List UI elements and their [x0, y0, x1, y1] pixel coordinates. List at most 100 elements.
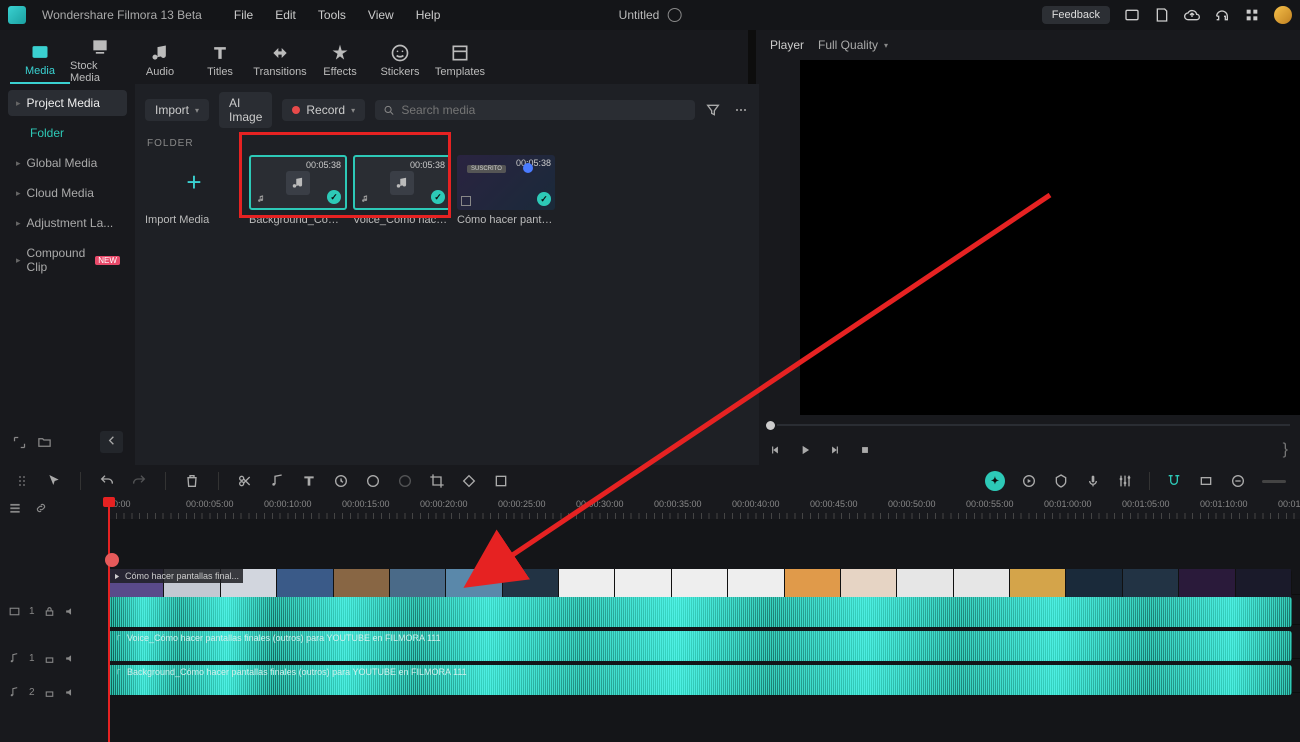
track-manager-icon[interactable] — [8, 501, 22, 515]
play-icon[interactable] — [798, 443, 812, 457]
delete-icon[interactable] — [184, 473, 200, 489]
tab-media[interactable]: Media — [10, 36, 70, 84]
mixer-icon[interactable] — [1117, 473, 1133, 489]
player-scrubber[interactable] — [756, 415, 1300, 435]
mute-icon[interactable] — [64, 605, 77, 618]
menu-tools[interactable]: Tools — [318, 8, 346, 22]
audio-track-2-header[interactable]: 2 — [0, 675, 108, 709]
search-field[interactable] — [401, 103, 687, 117]
mute-icon[interactable] — [64, 652, 77, 665]
keyframe-icon[interactable] — [461, 473, 477, 489]
undo-icon[interactable] — [99, 473, 115, 489]
video-track-icon — [8, 605, 21, 618]
video-clip[interactable]: Cómo hacer pantallas final... — [108, 569, 1292, 597]
menu-help[interactable]: Help — [416, 8, 441, 22]
mute-icon[interactable] — [64, 686, 77, 699]
sidebar-item-project-media[interactable]: ▸Project Media — [8, 90, 127, 116]
step-back-icon[interactable] — [768, 443, 782, 457]
pointer-icon[interactable] — [46, 473, 62, 489]
split-icon[interactable] — [237, 473, 253, 489]
tab-audio[interactable]: Audio — [130, 36, 190, 84]
speed-icon[interactable] — [333, 473, 349, 489]
audio-edit-icon[interactable] — [269, 473, 285, 489]
collapse-sidebar-button[interactable] — [100, 431, 123, 453]
color-icon[interactable] — [397, 473, 413, 489]
reorder-icon[interactable] — [14, 473, 30, 489]
sidebar-sub-folder[interactable]: Folder — [8, 120, 127, 146]
menu-file[interactable]: File — [234, 8, 253, 22]
fit-icon[interactable] — [1198, 473, 1214, 489]
save-icon[interactable] — [1154, 7, 1170, 23]
lock-icon[interactable] — [43, 652, 56, 665]
tab-effects[interactable]: Effects — [310, 36, 370, 84]
render-icon[interactable] — [1021, 473, 1037, 489]
stop-icon[interactable] — [858, 443, 872, 457]
player-panel: Player Full Quality▾ } — [756, 30, 1300, 465]
audio-track-1-header[interactable]: 1 — [0, 641, 108, 675]
playhead-handle[interactable] — [105, 553, 119, 567]
cloud-upload-icon[interactable] — [1184, 7, 1200, 23]
mark-out-icon[interactable]: } — [1283, 441, 1288, 459]
tab-titles[interactable]: Titles — [190, 36, 250, 84]
tab-stock-media[interactable]: Stock Media — [70, 36, 130, 84]
ai-button[interactable]: ✦ — [985, 471, 1005, 491]
tab-stickers[interactable]: Stickers — [370, 36, 430, 84]
tab-transitions[interactable]: Transitions — [250, 36, 310, 84]
ai-image-button[interactable]: AI Image — [219, 92, 272, 128]
import-media-card[interactable]: + Import Media — [145, 155, 243, 226]
zoom-out-icon[interactable] — [1230, 473, 1246, 489]
redo-icon[interactable] — [131, 473, 147, 489]
audio-track-1[interactable]: Voice_Cómo hacer pantallas finales (outr… — [108, 629, 1300, 659]
apps-icon[interactable] — [1244, 7, 1260, 23]
media-card-voice-audio[interactable]: 00:05:38 Voice_Cómo hacer pa... — [353, 155, 451, 226]
video-audio-clip[interactable] — [108, 597, 1292, 627]
lock-icon[interactable] — [43, 686, 56, 699]
marker-icon[interactable] — [1053, 473, 1069, 489]
tab-templates[interactable]: Templates — [430, 36, 490, 84]
audio-clip-voice[interactable]: Voice_Cómo hacer pantallas finales (outr… — [108, 631, 1292, 661]
feedback-button[interactable]: Feedback — [1042, 6, 1110, 24]
layout-icon[interactable] — [1124, 7, 1140, 23]
timeline-tracks[interactable]: 00:0000:00:05:0000:00:10:0000:00:15:0000… — [108, 497, 1300, 742]
app-logo — [8, 6, 26, 24]
search-media-input[interactable] — [375, 100, 695, 120]
mask-icon[interactable] — [493, 473, 509, 489]
timeline-ruler[interactable]: 00:0000:00:05:0000:00:10:0000:00:15:0000… — [108, 497, 1300, 519]
zoom-slider[interactable] — [1262, 480, 1286, 483]
sidebar-item-global-media[interactable]: ▸Global Media — [8, 150, 127, 176]
sidebar-item-adjustment-layer[interactable]: ▸Adjustment La... — [8, 210, 127, 236]
audio-track-2[interactable]: Background_Cómo hacer pantallas finales … — [108, 663, 1300, 693]
playhead[interactable] — [108, 497, 110, 742]
app-title: Wondershare Filmora 13 Beta — [42, 8, 202, 22]
audio-clip-background[interactable]: Background_Cómo hacer pantallas finales … — [108, 665, 1292, 695]
quality-dropdown[interactable]: Full Quality▾ — [818, 38, 888, 52]
import-button[interactable]: Import▾ — [145, 99, 209, 121]
filter-icon[interactable] — [705, 102, 721, 118]
lock-icon[interactable] — [43, 605, 56, 618]
video-audio-track[interactable] — [108, 595, 1300, 625]
expand-icon[interactable] — [12, 435, 27, 450]
crop-icon[interactable] — [429, 473, 445, 489]
voiceover-icon[interactable] — [1085, 473, 1101, 489]
step-forward-icon[interactable] — [828, 443, 842, 457]
sidebar-item-compound-clip[interactable]: ▸Compound ClipNEW — [8, 240, 127, 280]
headphones-icon[interactable] — [1214, 7, 1230, 23]
preview-viewport[interactable] — [800, 60, 1300, 415]
menu-edit[interactable]: Edit — [275, 8, 296, 22]
media-card-background-audio[interactable]: 00:05:38 Background_Cómo ha... — [249, 155, 347, 226]
more-icon[interactable] — [733, 102, 749, 118]
new-folder-icon[interactable] — [37, 435, 52, 450]
clock-icon[interactable] — [365, 473, 381, 489]
history-icon[interactable] — [667, 8, 681, 22]
record-button[interactable]: Record▾ — [282, 99, 365, 121]
link-icon[interactable] — [34, 501, 48, 515]
audio-badge-icon — [360, 194, 370, 204]
menu-view[interactable]: View — [368, 8, 394, 22]
text-icon[interactable] — [301, 473, 317, 489]
user-avatar[interactable] — [1274, 6, 1292, 24]
video-track-header[interactable]: 1 — [0, 581, 108, 641]
sidebar-item-cloud-media[interactable]: ▸Cloud Media — [8, 180, 127, 206]
video-track[interactable]: Cómo hacer pantallas final... — [108, 567, 1300, 595]
media-card-video[interactable]: 00:05:38 SUSCRITO Cómo hacer pantallas .… — [457, 155, 555, 226]
snap-icon[interactable] — [1166, 473, 1182, 489]
